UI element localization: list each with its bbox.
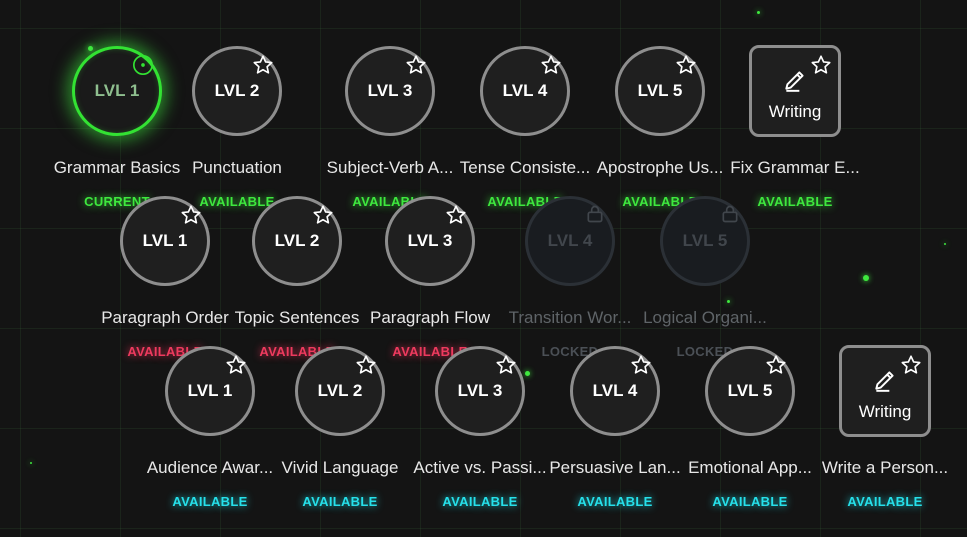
node-title: Punctuation: [192, 158, 282, 177]
particle-dot: [30, 462, 32, 464]
node-title: Active vs. Passi...: [413, 458, 547, 477]
lock-icon: [585, 204, 605, 229]
status-badge: AVAILABLE: [577, 494, 653, 509]
node-title: Tense Consiste...: [459, 158, 591, 177]
node-title: Persuasive Lan...: [549, 458, 681, 477]
node-title: Audience Awar...: [146, 458, 274, 477]
star-icon: [405, 54, 427, 81]
level-label: LVL 4: [592, 381, 638, 400]
status-badge: AVAILABLE: [757, 194, 833, 209]
pen-icon: [782, 67, 808, 98]
node-title: Write a Person...: [821, 458, 949, 477]
level-label: LVL 5: [727, 381, 773, 400]
star-icon: [540, 54, 562, 81]
star-icon: [252, 54, 274, 81]
node-title: Subject-Verb A...: [326, 158, 454, 177]
star-icon: [180, 204, 202, 231]
level-label: LVL 3: [457, 381, 503, 400]
level-label: LVL 2: [317, 381, 363, 400]
node-title: Paragraph Flow: [369, 308, 490, 327]
writing-label: Writing: [858, 401, 912, 421]
node-title: Paragraph Order: [101, 308, 229, 327]
particle-dot: [525, 371, 530, 376]
level-label: LVL 3: [367, 81, 413, 100]
writing-label: Writing: [768, 101, 822, 121]
ring-icon: [132, 54, 154, 81]
level-label: LVL 1: [94, 81, 140, 100]
node-title: Transition Wor...: [508, 308, 632, 327]
star-icon: [630, 354, 652, 381]
level-label: LVL 5: [682, 231, 728, 250]
star-icon: [675, 54, 697, 81]
star-icon: [355, 354, 377, 381]
particle-dot: [727, 300, 730, 303]
level-label: LVL 4: [502, 81, 548, 100]
particle-dot: [944, 243, 946, 245]
level-label: LVL 2: [214, 81, 260, 100]
node-title: Fix Grammar E...: [730, 158, 860, 177]
node-title: Topic Sentences: [234, 308, 360, 327]
level-label: LVL 3: [407, 231, 453, 250]
level-label: LVL 5: [637, 81, 683, 100]
star-icon: [810, 54, 832, 81]
level-label: LVL 2: [274, 231, 320, 250]
node-title: Vivid Language: [281, 458, 399, 477]
star-icon: [312, 204, 334, 231]
star-icon: [445, 204, 467, 231]
star-icon: [765, 354, 787, 381]
status-badge: AVAILABLE: [442, 494, 518, 509]
node-title: Logical Organi...: [643, 308, 767, 327]
particle-dot: [863, 275, 869, 281]
node-title: Emotional App...: [688, 458, 812, 477]
node-title: Apostrophe Us...: [596, 158, 724, 177]
level-label: LVL 1: [142, 231, 188, 250]
level-label: LVL 4: [547, 231, 593, 250]
star-icon: [495, 354, 517, 381]
pen-icon: [872, 367, 898, 398]
level-label: LVL 1: [187, 381, 233, 400]
status-badge: AVAILABLE: [712, 494, 788, 509]
particle-dot: [757, 11, 760, 14]
lock-icon: [720, 204, 740, 229]
status-badge: AVAILABLE: [302, 494, 378, 509]
status-badge: AVAILABLE: [847, 494, 923, 509]
particle-dot: [88, 46, 93, 51]
status-badge: AVAILABLE: [172, 494, 248, 509]
star-icon: [225, 354, 247, 381]
star-icon: [900, 354, 922, 381]
